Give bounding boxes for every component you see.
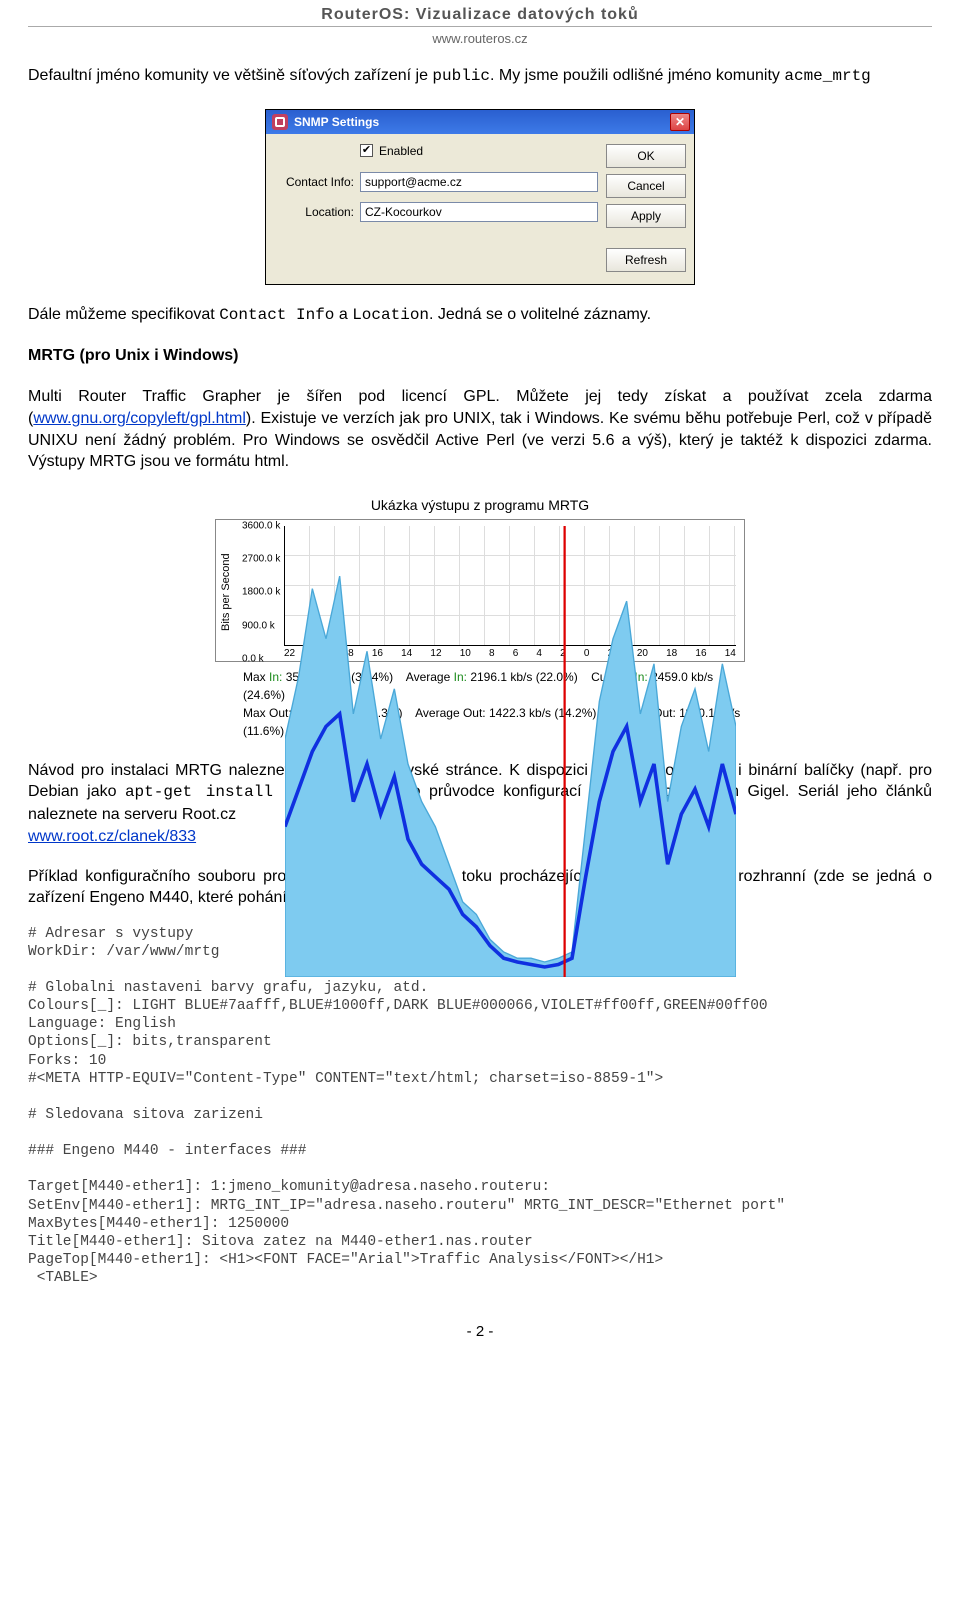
cancel-button[interactable]: Cancel (606, 174, 686, 198)
p2-t3: . Jedná se o volitelné záznamy. (429, 306, 651, 323)
gpl-link[interactable]: www.gnu.org/copyleft/gpl.html (33, 410, 246, 427)
rootcz-link[interactable]: www.root.cz/clanek/833 (28, 828, 196, 845)
snmp-settings-dialog: SNMP Settings ✕ ✔ Enabled Contact Info: (265, 109, 695, 285)
p2-mono1: Contact Info (219, 306, 334, 324)
stat-max-lbl-2: Max (243, 706, 266, 720)
enabled-checkbox[interactable]: ✔ (360, 144, 373, 157)
chart-y-axis-label: Bits per Second (218, 526, 234, 659)
p1-t1: Defaultní jméno komunity ve většině síťo… (28, 67, 432, 84)
chart-svg (285, 526, 736, 977)
location-label: Location: (276, 205, 354, 219)
close-icon: ✕ (675, 115, 685, 129)
check-icon: ✔ (362, 145, 371, 156)
p2-mono2: Location (352, 306, 429, 324)
page-number: - 2 - (28, 1323, 932, 1340)
ytick-2: 1800.0 k (242, 587, 280, 598)
p1-mono1: public (432, 67, 490, 85)
paragraph-1: Defaultní jméno komunity ve většině síťo… (28, 66, 932, 87)
p2-t1: Dále můžeme specifikovat (28, 306, 219, 323)
config-code-block: # Adresar s vystupy WorkDir: /var/www/mr… (28, 925, 932, 1288)
page-header-title: RouterOS: Vizualizace datových toků (28, 0, 932, 24)
p1-mono2: acme_mrtg (784, 67, 870, 85)
ytick-4: 3600.0 k (242, 520, 280, 531)
ytick-0: 0.0 k (242, 653, 264, 664)
p1-t2: . My jsme použili odlišné jméno komunity (490, 67, 784, 84)
close-button[interactable]: ✕ (670, 113, 690, 131)
dialog-app-icon (272, 114, 288, 130)
mrtg-heading: MRTG (pro Unix i Windows) (28, 346, 932, 367)
chart-caption: Ukázka výstupu z programu MRTG (215, 497, 745, 513)
refresh-button[interactable]: Refresh (606, 248, 686, 272)
ok-button[interactable]: OK (606, 144, 686, 168)
chart-plot-area (284, 526, 736, 646)
apply-button[interactable]: Apply (606, 204, 686, 228)
contact-info-input[interactable] (360, 172, 598, 192)
dialog-titlebar[interactable]: SNMP Settings ✕ (266, 110, 694, 134)
mrtg-chart: Bits per Second 0.0 k 900.0 k 1800.0 k 2… (215, 519, 745, 662)
mrtg-paragraph: Multi Router Traffic Grapher je šířen po… (28, 386, 932, 472)
page-header-url: www.routeros.cz (28, 31, 932, 46)
enabled-label: Enabled (379, 144, 423, 158)
p2-t2: a (334, 306, 352, 323)
stat-max-lbl: Max (243, 670, 266, 684)
ytick-3: 2700.0 k (242, 554, 280, 565)
dialog-title: SNMP Settings (294, 115, 379, 129)
stat-max-dir: In: (269, 670, 282, 684)
header-divider (28, 26, 932, 27)
contact-info-label: Contact Info: (276, 175, 354, 189)
location-input[interactable] (360, 202, 598, 222)
ytick-1: 900.0 k (242, 620, 275, 631)
paragraph-2: Dále můžeme specifikovat Contact Info a … (28, 305, 932, 326)
